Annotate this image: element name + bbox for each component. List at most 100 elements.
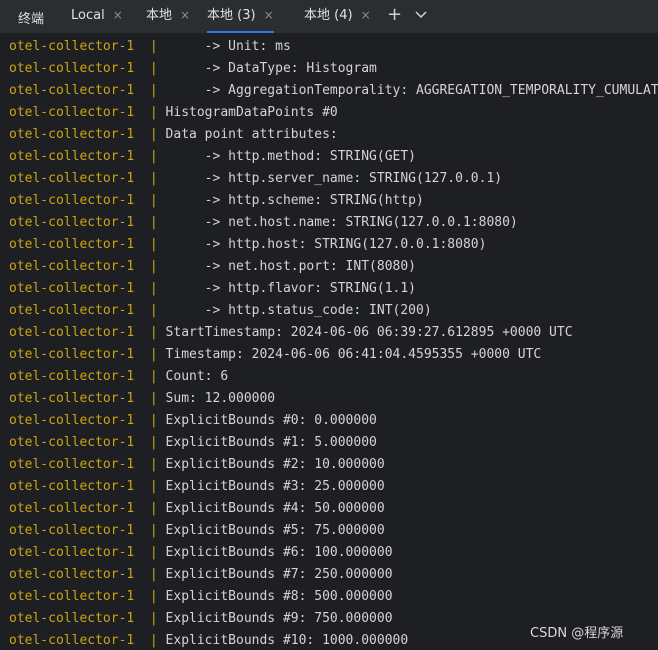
log-separator: | <box>134 127 166 142</box>
service-prefix: otel-collector-1 <box>9 567 135 582</box>
service-prefix: otel-collector-1 <box>9 501 135 516</box>
service-prefix: otel-collector-1 <box>9 589 135 604</box>
service-prefix: otel-collector-1 <box>9 435 135 450</box>
terminal-line: otel-collector-1 | -> net.host.name: STR… <box>9 212 518 234</box>
terminal-line: otel-collector-1 | ExplicitBounds #6: 10… <box>9 542 393 564</box>
close-icon[interactable]: × <box>180 8 190 22</box>
service-prefix: otel-collector-1 <box>9 127 135 142</box>
terminal-line: otel-collector-1 | -> AggregationTempora… <box>9 80 658 102</box>
log-message: StartTimestamp: 2024-06-06 06:39:27.6128… <box>165 325 573 340</box>
tool-window-title: 终端 <box>18 12 45 27</box>
terminal-line: otel-collector-1 | ExplicitBounds #4: 50… <box>9 498 385 520</box>
log-message: -> http.status_code: INT(200) <box>165 303 432 318</box>
log-separator: | <box>134 479 166 494</box>
close-icon[interactable]: × <box>113 8 123 22</box>
log-separator: | <box>134 61 166 76</box>
log-message: ExplicitBounds #1: 5.000000 <box>165 435 377 450</box>
log-separator: | <box>134 391 166 406</box>
log-message: ExplicitBounds #2: 10.000000 <box>165 457 385 472</box>
service-prefix: otel-collector-1 <box>9 193 135 208</box>
tab-local-2[interactable]: 本地 × <box>146 0 190 33</box>
service-prefix: otel-collector-1 <box>9 39 135 54</box>
log-separator: | <box>134 149 166 164</box>
tab-local-4[interactable]: 本地 (4) × <box>304 0 371 33</box>
terminal-line: otel-collector-1 | ExplicitBounds #7: 25… <box>9 564 393 586</box>
terminal-line: otel-collector-1 | StartTimestamp: 2024-… <box>9 322 573 344</box>
tab-label: Local <box>71 8 105 23</box>
log-separator: | <box>134 39 166 54</box>
log-separator: | <box>134 347 166 362</box>
service-prefix: otel-collector-1 <box>9 391 135 406</box>
terminal-window: 终端 Local × 本地 × 本地 (3) × 本地 (4) × + otel-col… <box>0 0 658 650</box>
terminal-line: otel-collector-1 | -> http.status_code: … <box>9 300 432 322</box>
terminal-line: otel-collector-1 | -> Unit: ms <box>9 36 291 58</box>
tab-label: 本地 <box>146 8 173 23</box>
terminal-line: otel-collector-1 | ExplicitBounds #8: 50… <box>9 586 393 608</box>
service-prefix: otel-collector-1 <box>9 633 135 648</box>
log-separator: | <box>134 105 166 120</box>
terminal-line: otel-collector-1 | Timestamp: 2024-06-06… <box>9 344 541 366</box>
service-prefix: otel-collector-1 <box>9 347 135 362</box>
terminal-line: otel-collector-1 | -> http.host: STRING(… <box>9 234 486 256</box>
log-message: Count: 6 <box>165 369 229 384</box>
service-prefix: otel-collector-1 <box>9 413 135 428</box>
log-separator: | <box>134 589 166 604</box>
service-prefix: otel-collector-1 <box>9 237 135 252</box>
log-message: -> net.host.name: STRING(127.0.0.1:8080) <box>165 215 518 230</box>
tab-local-3[interactable]: 本地 (3) × <box>207 0 274 33</box>
log-message: -> net.host.port: INT(8080) <box>165 259 416 274</box>
log-message: ExplicitBounds #4: 50.000000 <box>165 501 385 516</box>
service-prefix: otel-collector-1 <box>9 303 135 318</box>
service-prefix: otel-collector-1 <box>9 83 135 98</box>
log-separator: | <box>134 413 166 428</box>
log-separator: | <box>134 303 166 318</box>
service-prefix: otel-collector-1 <box>9 171 135 186</box>
close-icon[interactable]: × <box>264 8 274 22</box>
log-message: -> AggregationTemporality: AGGREGATION_T… <box>165 83 658 98</box>
log-separator: | <box>134 633 166 648</box>
log-separator: | <box>134 171 166 186</box>
terminal-line: otel-collector-1 | ExplicitBounds #10: 1… <box>9 630 408 650</box>
service-prefix: otel-collector-1 <box>9 259 135 274</box>
terminal-line: otel-collector-1 | ExplicitBounds #1: 5.… <box>9 432 377 454</box>
service-prefix: otel-collector-1 <box>9 105 135 120</box>
terminal-output[interactable]: otel-collector-1 | -> Unit: ms otel-colle… <box>0 36 658 650</box>
terminal-line: otel-collector-1 | -> net.host.port: INT… <box>9 256 416 278</box>
log-separator: | <box>134 435 166 450</box>
log-message: -> http.method: STRING(GET) <box>165 149 416 164</box>
chevron-down-icon[interactable] <box>413 7 429 23</box>
service-prefix: otel-collector-1 <box>9 457 135 472</box>
log-separator: | <box>134 325 166 340</box>
terminal-line: otel-collector-1 | HistogramDataPoints #… <box>9 102 338 124</box>
terminal-line: otel-collector-1 | -> http.method: STRIN… <box>9 146 416 168</box>
log-separator: | <box>134 369 166 384</box>
terminal-line: otel-collector-1 | Count: 6 <box>9 366 228 388</box>
log-separator: | <box>134 83 166 98</box>
terminal-line: otel-collector-1 | Sum: 12.000000 <box>9 388 275 410</box>
service-prefix: otel-collector-1 <box>9 545 135 560</box>
new-tab-icon[interactable]: + <box>387 4 402 26</box>
log-message: ExplicitBounds #0: 0.000000 <box>165 413 377 428</box>
log-separator: | <box>134 281 166 296</box>
tab-label: 本地 (4) <box>304 8 353 23</box>
log-message: ExplicitBounds #7: 250.000000 <box>165 567 393 582</box>
log-separator: | <box>134 259 166 274</box>
service-prefix: otel-collector-1 <box>9 61 135 76</box>
close-icon[interactable]: × <box>361 8 371 22</box>
terminal-line: otel-collector-1 | -> http.flavor: STRIN… <box>9 278 416 300</box>
log-separator: | <box>134 457 166 472</box>
service-prefix: otel-collector-1 <box>9 281 135 296</box>
log-message: -> http.server_name: STRING(127.0.0.1) <box>165 171 503 186</box>
log-message: -> DataType: Histogram <box>165 61 377 76</box>
log-message: ExplicitBounds #5: 75.000000 <box>165 523 385 538</box>
log-separator: | <box>134 237 166 252</box>
tab-bar: 终端 Local × 本地 × 本地 (3) × 本地 (4) × + <box>0 0 658 34</box>
tab-local[interactable]: Local × <box>71 0 123 33</box>
log-message: -> http.flavor: STRING(1.1) <box>165 281 416 296</box>
log-message: -> http.host: STRING(127.0.0.1:8080) <box>165 237 487 252</box>
watermark: CSDN @程序源 <box>530 626 624 641</box>
terminal-line: otel-collector-1 | -> http.server_name: … <box>9 168 502 190</box>
terminal-line: otel-collector-1 | ExplicitBounds #3: 25… <box>9 476 385 498</box>
log-message: ExplicitBounds #6: 100.000000 <box>165 545 393 560</box>
log-separator: | <box>134 567 166 582</box>
